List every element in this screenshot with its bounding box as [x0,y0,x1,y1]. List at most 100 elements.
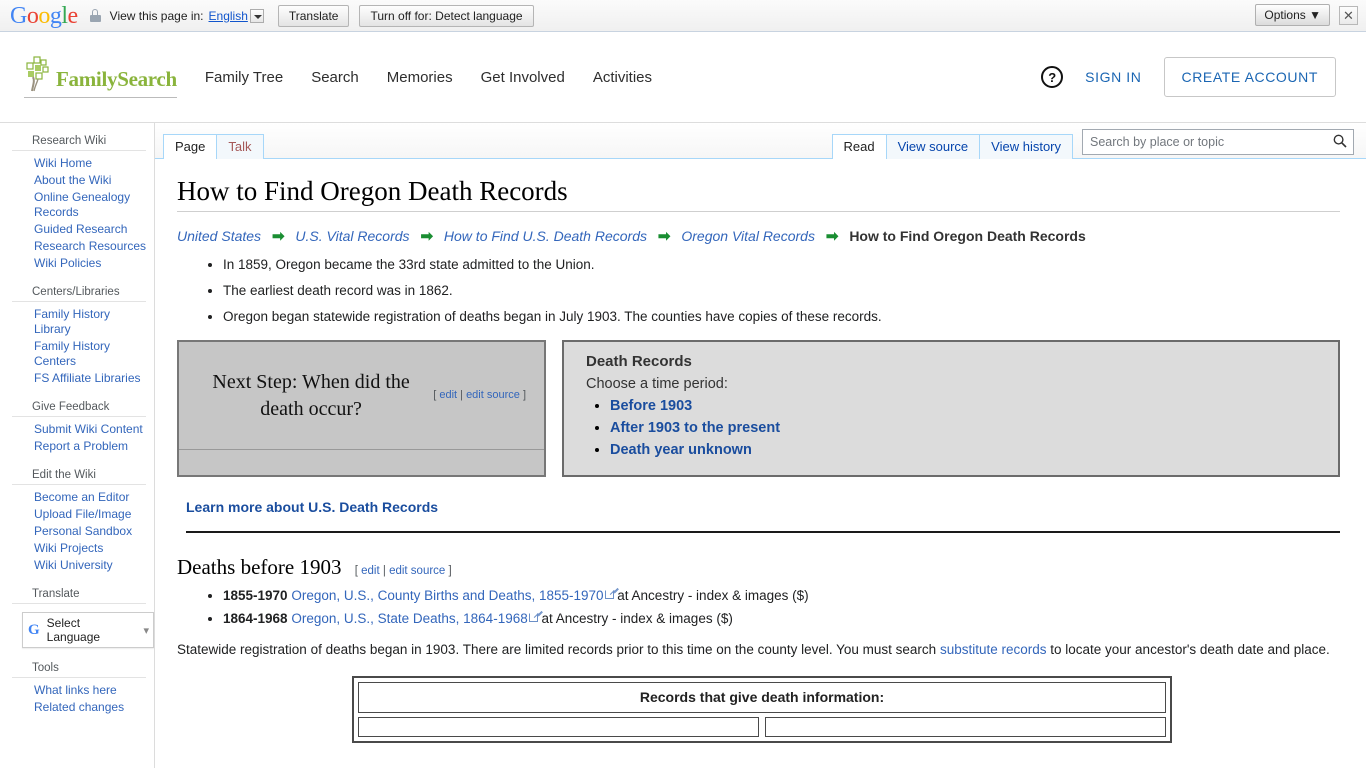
breadcrumb: United States ➡ U.S. Vital Records ➡ How… [177,226,1340,247]
tab-view-source[interactable]: View source [885,134,981,159]
boxes-row: Next Step: When did the death occur? [ e… [177,340,1340,478]
close-icon[interactable]: ✕ [1339,6,1358,25]
main-navigation: Family Tree Search Memories Get Involved… [205,69,652,86]
sidebar-group-research-wiki: Research Wiki Wiki Home About the Wiki O… [0,133,154,282]
familysearch-logo[interactable]: FamilySearch [24,56,177,98]
sidebar-links-edit-the-wiki: Become an Editor Upload File/Image Perso… [0,489,154,584]
tab-view-history[interactable]: View history [979,134,1073,159]
learn-more-link[interactable]: Learn more about U.S. Death Records [186,499,438,515]
sidebar-item-research-resources[interactable]: Research Resources [34,238,148,255]
death-records-option-year-unknown[interactable]: Death year unknown [610,442,752,458]
sidebar-links-tools: What links here Related changes [0,682,154,726]
chevron-down-icon[interactable] [249,8,264,23]
breadcrumb-item-united-states[interactable]: United States [177,228,261,244]
arrow-right-icon: ➡ [657,228,671,246]
sidebar-item-family-history-centers[interactable]: Family History Centers [34,338,148,370]
list-item: Oregon began statewide registration of d… [223,309,1340,326]
edit-link[interactable]: edit [439,389,457,401]
external-link-icon [604,590,614,600]
help-icon[interactable]: ? [1041,66,1064,88]
translate-language-link[interactable]: English [209,9,248,23]
sidebar-item-upload-file-image[interactable]: Upload File/Image [34,506,148,523]
sidebar-group-give-feedback: Give Feedback Submit Wiki Content Report… [0,399,154,465]
sidebar-item-submit-wiki-content[interactable]: Submit Wiki Content [34,421,148,438]
record-years: 1855-1970 [223,588,288,604]
nav-item-memories[interactable]: Memories [387,69,453,86]
breadcrumb-item-how-to-find-us-death-records[interactable]: How to Find U.S. Death Records [444,228,647,244]
separator: | [382,565,386,578]
tab-talk[interactable]: Talk [216,134,264,159]
google-translate-bar: Google View this page in: English Transl… [0,0,1366,32]
sidebar-item-what-links-here[interactable]: What links here [34,682,148,699]
breadcrumb-item-us-vital-records[interactable]: U.S. Vital Records [295,228,409,244]
nav-item-get-involved[interactable]: Get Involved [481,69,565,86]
record-years: 1864-1968 [223,611,288,627]
sidebar-item-personal-sandbox[interactable]: Personal Sandbox [34,523,148,540]
family-tree-icon [26,56,49,92]
records-table-header: Records that give death information: [358,681,1166,713]
section-edit-links: [ edit | edit source ] [355,565,452,577]
sidebar-item-about-the-wiki[interactable]: About the Wiki [34,172,148,189]
sidebar-item-fs-affiliate-libraries[interactable]: FS Affiliate Libraries [34,370,148,387]
sidebar-item-wiki-projects[interactable]: Wiki Projects [34,540,148,557]
next-step-heading: Next Step: When did the death occur? [ e… [179,342,544,449]
search-input[interactable] [1082,129,1354,155]
external-link-icon [528,613,538,623]
bracket-close: ] [522,389,526,402]
sidebar-item-wiki-university[interactable]: Wiki University [34,557,148,574]
search-icon[interactable] [1333,134,1347,148]
edit-source-link[interactable]: edit source [389,565,445,577]
select-language-dropdown[interactable]: G Select Language ▾ [22,612,154,648]
sidebar-item-wiki-policies[interactable]: Wiki Policies [34,255,148,272]
lock-icon [89,9,101,22]
create-account-button[interactable]: CREATE ACCOUNT [1163,57,1336,97]
sidebar-item-family-history-library[interactable]: Family History Library [34,306,148,338]
turn-off-translate-button[interactable]: Turn off for: Detect language [359,4,534,27]
sidebar-item-report-a-problem[interactable]: Report a Problem [34,438,148,455]
edit-link[interactable]: edit [361,565,380,577]
sidebar-item-guided-research[interactable]: Guided Research [34,221,148,238]
content-inner: How to Find Oregon Death Records United … [155,159,1366,743]
tab-read[interactable]: Read [831,134,887,159]
list-item: Before 1903 [610,397,1322,415]
records-table: Records that give death information: [352,675,1172,743]
record-link[interactable]: Oregon, U.S., County Births and Deaths, … [291,588,603,603]
nav-item-search[interactable]: Search [311,69,359,86]
sidebar-heading-tools: Tools [12,660,146,678]
section-heading-label: Deaths before 1903 [177,555,342,580]
sidebar-item-become-an-editor[interactable]: Become an Editor [34,489,148,506]
sidebar-item-online-genealogy-records[interactable]: Online Genealogy Records [34,189,148,221]
view-page-in-label: View this page in: [109,8,204,23]
tabs-row: Page Talk Read View source View history [155,123,1366,159]
nav-item-activities[interactable]: Activities [593,69,652,86]
sidebar-heading-centers-libraries: Centers/Libraries [12,284,146,302]
google-g-icon: G [28,621,40,638]
death-records-option-after-1903[interactable]: After 1903 to the present [610,420,780,436]
sign-in-link[interactable]: SIGN IN [1085,69,1141,85]
header-actions: ? SIGN IN CREATE ACCOUNT [1041,57,1336,97]
record-link[interactable]: Oregon, U.S., State Deaths, 1864-1968 [291,611,527,626]
bracket-close: ] [448,565,452,578]
records-table-row [358,716,1166,737]
translate-button[interactable]: Translate [277,4,350,27]
death-records-option-before-1903[interactable]: Before 1903 [610,398,692,414]
familysearch-wordmark: FamilySearch [56,67,177,91]
death-records-subtitle: Choose a time period: [586,376,728,393]
sidebar-item-wiki-home[interactable]: Wiki Home [34,155,148,172]
statewide-paragraph: Statewide registration of deaths began i… [177,640,1337,660]
edit-source-link[interactable]: edit source [466,389,520,401]
section-heading-deaths-before-1903: Deaths before 1903 [ edit | edit source … [177,555,1340,580]
substitute-records-link[interactable]: substitute records [940,642,1047,657]
arrow-right-icon: ➡ [420,228,434,246]
translate-options-button[interactable]: Options ▼ [1255,4,1330,26]
nav-item-family-tree[interactable]: Family Tree [205,69,283,86]
sidebar-item-related-changes[interactable]: Related changes [34,699,148,716]
bracket-open: [ [433,389,437,402]
list-item: Death year unknown [610,441,1322,459]
statewide-text-part-2: to locate your ancestor's death date and… [1046,641,1330,657]
content-area: Page Talk Read View source View history … [155,123,1366,768]
breadcrumb-item-oregon-vital-records[interactable]: Oregon Vital Records [681,228,815,244]
learn-more-section: Learn more about U.S. Death Records [186,499,1340,534]
search-wrap [1082,129,1354,155]
tab-page[interactable]: Page [163,134,218,159]
